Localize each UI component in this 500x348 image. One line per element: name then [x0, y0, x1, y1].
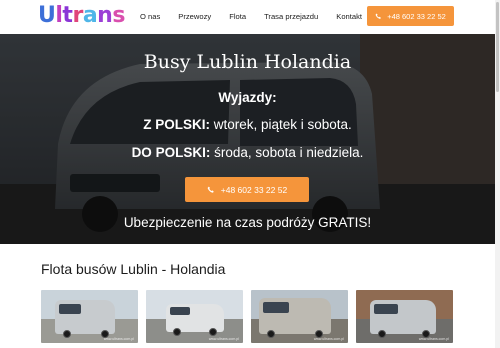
site-logo[interactable]: Ultrans	[38, 3, 125, 29]
nav-item-kontakt[interactable]: Kontakt	[336, 12, 362, 21]
logo-letter: t	[62, 3, 73, 28]
nav-item-flota[interactable]: Flota	[229, 12, 246, 21]
fleet-photo-4[interactable]: www.ultrans.com.pl	[356, 290, 453, 343]
header-phone-label: +48 602 33 22 52	[387, 11, 446, 21]
hero-phone-label: +48 602 33 22 52	[220, 184, 288, 195]
hero-phone-button[interactable]: +48 602 33 22 52	[185, 177, 309, 202]
header-phone-button[interactable]: +48 602 33 22 52	[367, 6, 454, 26]
main-nav: O nas Przewozy Flota Trasa przejazdu Kon…	[140, 12, 362, 21]
from-poland-days: wtorek, piątek i sobota.	[213, 117, 352, 132]
hero-banner: Busy Lublin Holandia Wyjazdy: Z POLSKI: …	[0, 34, 495, 244]
insurance-text: Ubezpieczenie na czas podróży GRATIS!	[123, 215, 372, 230]
nav-item-trasa-przejazdu[interactable]: Trasa przejazdu	[264, 12, 318, 21]
from-poland-line: Z POLSKI: wtorek, piątek i sobota.	[0, 117, 495, 132]
logo-letter: a	[82, 3, 98, 28]
logo-letter: r	[72, 3, 83, 28]
site-header: Ultrans O nas Przewozy Flota Trasa przej…	[0, 0, 500, 34]
phone-icon	[207, 186, 214, 193]
phone-icon	[375, 13, 382, 19]
fleet-watermark: www.ultrans.com.pl	[313, 337, 344, 341]
to-poland-label: DO POLSKI:	[131, 145, 211, 160]
from-poland-label: Z POLSKI:	[143, 117, 210, 132]
fleet-gallery: www.ultrans.com.pl www.ultrans.com.pl ww…	[41, 290, 453, 343]
logo-letter: s	[112, 3, 125, 28]
fleet-photo-3[interactable]: www.ultrans.com.pl	[251, 290, 348, 343]
logo-letter: l	[55, 3, 63, 28]
fleet-photo-1[interactable]: www.ultrans.com.pl	[41, 290, 138, 343]
fleet-watermark: www.ultrans.com.pl	[418, 337, 449, 341]
fleet-watermark: www.ultrans.com.pl	[103, 337, 134, 341]
logo-letter: n	[97, 3, 113, 28]
scrollbar-thumb[interactable]	[496, 2, 499, 92]
fleet-watermark: www.ultrans.com.pl	[208, 337, 239, 341]
fleet-photo-2[interactable]: www.ultrans.com.pl	[146, 290, 243, 343]
to-poland-line: DO POLSKI: środa, sobota i niedziela.	[0, 145, 495, 160]
nav-item-przewozy[interactable]: Przewozy	[178, 12, 211, 21]
logo-letter: U	[38, 3, 56, 28]
fleet-title: Flota busów Lublin - Holandia	[41, 261, 226, 277]
hero-title: Busy Lublin Holandia	[143, 51, 352, 73]
page-scrollbar[interactable]	[495, 0, 500, 348]
departures-label: Wyjazdy:	[218, 90, 277, 105]
nav-item-o-nas[interactable]: O nas	[140, 12, 160, 21]
to-poland-days: środa, sobota i niedziela.	[214, 145, 364, 160]
